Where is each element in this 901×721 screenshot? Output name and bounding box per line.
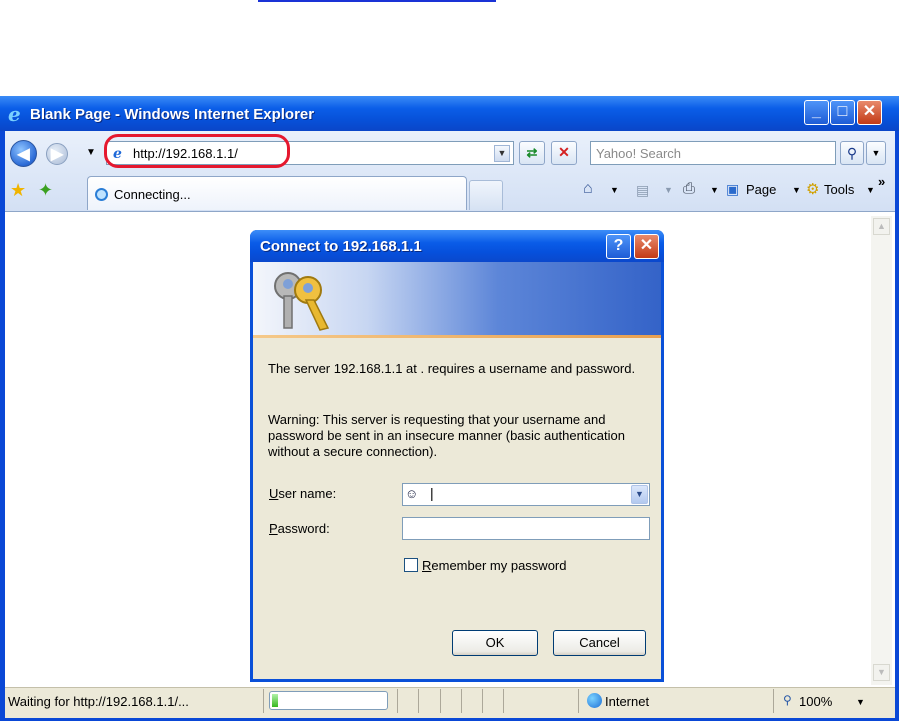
tools-menu-label[interactable]: Tools: [824, 182, 854, 197]
status-divider: [503, 689, 504, 713]
home-icon[interactable]: ⌂: [583, 180, 593, 198]
password-field[interactable]: [402, 517, 650, 540]
favorites-star-icon[interactable]: ★: [10, 180, 26, 201]
password-label-text: assword:: [277, 521, 330, 536]
globe-icon: [587, 693, 602, 708]
ie-logo-icon: e: [8, 102, 21, 126]
status-divider: [263, 689, 264, 713]
security-zone-label[interactable]: Internet: [605, 694, 649, 709]
username-label-text: ser name:: [278, 486, 337, 501]
page-menu-label[interactable]: Page: [746, 182, 776, 197]
ok-button[interactable]: OK: [452, 630, 538, 656]
address-highlight-annotation: [104, 134, 290, 168]
search-placeholder: Yahoo! Search: [596, 146, 682, 161]
username-label: User name:: [269, 486, 336, 501]
forward-button[interactable]: ▶: [46, 143, 68, 165]
page-menu-icon[interactable]: ▣: [726, 181, 739, 198]
top-link-underline[interactable]: [258, 0, 496, 2]
search-options-dropdown[interactable]: ▼: [866, 141, 886, 165]
password-label: Password:: [269, 521, 330, 536]
cancel-button[interactable]: Cancel: [553, 630, 646, 656]
new-tab-button[interactable]: [469, 180, 503, 210]
feeds-icon[interactable]: ▤: [636, 182, 649, 199]
feeds-dropdown[interactable]: ▼: [664, 185, 673, 195]
tab-label: Connecting...: [114, 187, 191, 202]
maximize-button[interactable]: □: [830, 100, 855, 125]
status-divider: [440, 689, 441, 713]
refresh-button[interactable]: ⇄: [519, 141, 545, 165]
stop-button[interactable]: ✕: [551, 141, 577, 165]
window-title: Blank Page - Windows Internet Explorer: [30, 106, 315, 123]
keys-icon: [274, 272, 330, 331]
remember-access-key: R: [422, 558, 432, 573]
zoom-dropdown[interactable]: ▼: [856, 697, 865, 707]
loading-icon: [95, 188, 108, 201]
close-button[interactable]: ✕: [857, 100, 882, 125]
tools-dropdown[interactable]: ▼: [866, 185, 875, 195]
back-button[interactable]: ◀: [10, 140, 37, 167]
username-dropdown-button[interactable]: ▼: [631, 485, 648, 504]
address-dropdown-button[interactable]: ▼: [494, 145, 510, 162]
dialog-close-button[interactable]: ✕: [634, 234, 659, 259]
status-divider: [397, 689, 398, 713]
username-value[interactable]: |: [430, 485, 434, 501]
status-divider: [773, 689, 774, 713]
search-button[interactable]: ⚲: [840, 141, 864, 165]
status-text: Waiting for http://192.168.1.1/...: [8, 694, 189, 709]
dialog-title: Connect to 192.168.1.1: [260, 238, 422, 255]
user-icon: ☺: [405, 486, 419, 501]
remember-password-checkbox[interactable]: [404, 558, 418, 572]
dialog-banner-divider: [253, 335, 661, 338]
print-icon[interactable]: ⎙: [683, 180, 695, 197]
progress-bar: [269, 691, 388, 710]
dialog-message: The server 192.168.1.1 at . requires a u…: [268, 361, 636, 376]
zoom-icon[interactable]: ⚲: [783, 693, 792, 707]
status-divider: [418, 689, 419, 713]
vertical-scrollbar[interactable]: [871, 216, 892, 685]
status-divider: [482, 689, 483, 713]
username-combobox[interactable]: [402, 483, 650, 506]
remember-password-label[interactable]: Remember my password: [422, 558, 567, 573]
scroll-down-arrow-icon[interactable]: ▼: [873, 664, 890, 681]
progress-fill: [272, 694, 278, 707]
remember-label-text: emember my password: [431, 558, 567, 573]
status-divider: [461, 689, 462, 713]
zoom-level[interactable]: 100%: [799, 694, 832, 709]
minimize-button[interactable]: _: [804, 100, 829, 125]
print-dropdown[interactable]: ▼: [710, 185, 719, 195]
dialog-warning: Warning: This server is requesting that …: [268, 412, 625, 459]
username-access-key: U: [269, 486, 279, 501]
dialog-help-button[interactable]: ?: [606, 234, 631, 259]
page-dropdown[interactable]: ▼: [792, 185, 801, 195]
status-divider: [578, 689, 579, 713]
recent-pages-dropdown[interactable]: ▼: [86, 147, 96, 158]
password-access-key: P: [269, 521, 278, 536]
home-dropdown[interactable]: ▼: [610, 185, 619, 195]
scroll-up-arrow-icon[interactable]: ▲: [873, 218, 890, 235]
more-chevron-icon[interactable]: »: [878, 174, 885, 189]
gear-icon[interactable]: ⚙: [806, 180, 819, 198]
add-favorites-icon[interactable]: ✦: [38, 180, 53, 201]
